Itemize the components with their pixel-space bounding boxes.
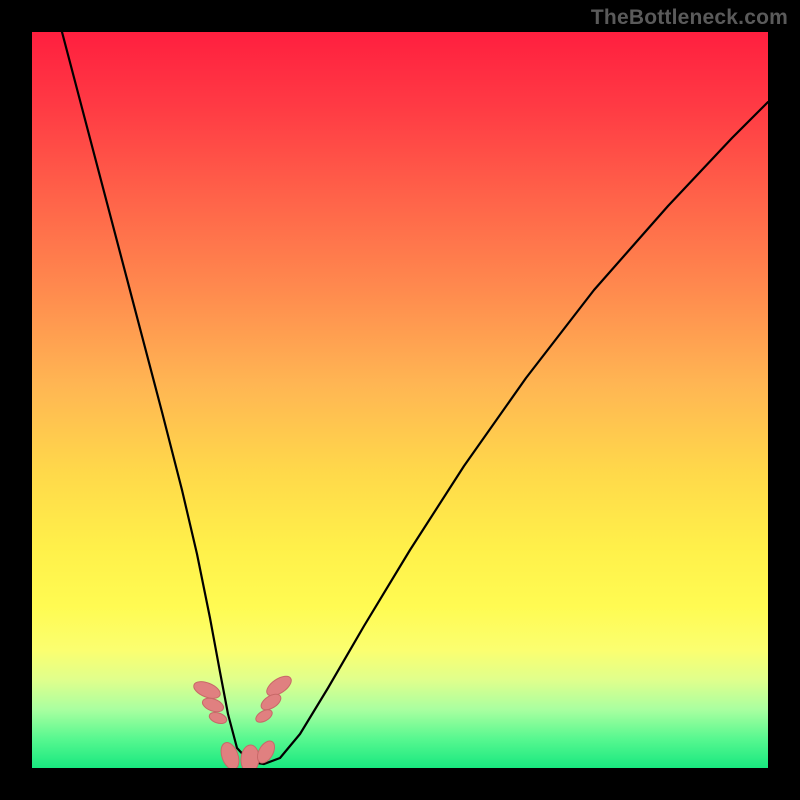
curve-svg	[32, 32, 768, 768]
marker-layer	[191, 672, 294, 768]
valley-marker	[201, 696, 226, 715]
bottleneck-curve	[62, 32, 768, 764]
valley-marker	[240, 744, 260, 768]
valley-marker	[208, 710, 228, 725]
plot-area	[32, 32, 768, 768]
valley-marker	[218, 740, 243, 768]
chart-frame: TheBottleneck.com	[0, 0, 800, 800]
watermark-text: TheBottleneck.com	[591, 6, 788, 30]
